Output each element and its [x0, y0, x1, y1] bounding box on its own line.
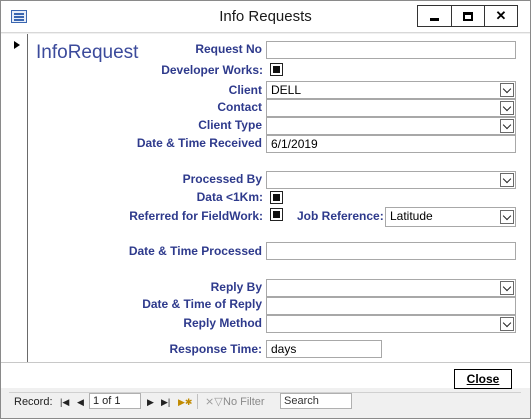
reply-by-dropdown-icon[interactable] — [500, 281, 514, 295]
date-received-field[interactable]: 6/1/2019 — [266, 135, 516, 153]
close-icon: ✕ — [495, 8, 507, 23]
job-reference-combo[interactable]: Latitude — [385, 207, 516, 227]
data-1km-checkbox[interactable] — [270, 191, 283, 204]
contact-dropdown-icon[interactable] — [500, 101, 514, 115]
request-no-label: Request No — [195, 42, 262, 56]
nav-divider — [197, 394, 198, 409]
last-record-icon[interactable]: ▶| — [161, 395, 170, 409]
filter-icon[interactable]: ⨯▽ — [205, 395, 223, 409]
request-no-field[interactable] — [266, 41, 516, 59]
close-window-button[interactable]: ✕ — [484, 6, 517, 26]
window-controls: ✕ — [417, 5, 518, 27]
reply-by-label: Reply By — [210, 280, 262, 294]
client-value: DELL — [271, 83, 302, 97]
date-received-label: Date & Time Received — [136, 136, 262, 150]
response-time-field[interactable]: days — [266, 340, 382, 358]
contact-combo[interactable] — [266, 99, 516, 117]
close-button[interactable]: Close — [454, 369, 512, 389]
client-label: Client — [228, 83, 262, 97]
client-dropdown-icon[interactable] — [500, 83, 514, 97]
horizontal-scrollbar[interactable] — [352, 393, 521, 410]
processed-by-dropdown-icon[interactable] — [500, 173, 514, 187]
reply-method-combo[interactable] — [266, 315, 516, 333]
minimize-button[interactable] — [418, 6, 451, 26]
date-processed-label: Date & Time Processed — [128, 244, 262, 258]
form-title: InfoRequest — [36, 42, 139, 63]
referred-fieldwork-checkbox[interactable] — [270, 208, 283, 221]
processed-by-label: Processed By — [182, 172, 262, 186]
next-record-icon[interactable]: ▶ — [147, 395, 154, 409]
title-bar: Info Requests ✕ — [1, 1, 530, 33]
reply-by-combo[interactable] — [266, 279, 516, 297]
current-record-input[interactable]: 1 of 1 — [89, 393, 141, 409]
processed-by-combo[interactable] — [266, 171, 516, 189]
date-processed-field[interactable] — [266, 242, 516, 260]
record-selector[interactable] — [9, 34, 28, 362]
job-reference-value: Latitude — [390, 209, 433, 223]
access-form-window: Info Requests ✕ InfoRequest Request No D… — [0, 0, 531, 419]
current-record-arrow-icon — [14, 41, 20, 49]
client-type-dropdown-icon[interactable] — [500, 119, 514, 133]
maximize-icon — [463, 11, 473, 21]
record-navigation-bar: Record: |◀ ◀ 1 of 1 ▶ ▶| ▶✱ ⨯▽ No Filter… — [9, 392, 521, 410]
new-record-icon[interactable]: ▶✱ — [178, 395, 192, 409]
date-reply-label: Date & Time of Reply — [142, 297, 262, 311]
developer-works-label: Developer Works: — [161, 63, 263, 77]
client-type-combo[interactable] — [266, 117, 516, 135]
job-reference-dropdown-icon[interactable] — [500, 210, 514, 224]
client-type-label: Client Type — [198, 118, 262, 132]
first-record-icon[interactable]: |◀ — [60, 395, 69, 409]
form-body: InfoRequest Request No Developer Works: … — [29, 34, 530, 362]
referred-fieldwork-label: Referred for FieldWork: — [129, 209, 263, 223]
minimize-icon — [430, 17, 439, 21]
reply-method-label: Reply Method — [183, 316, 262, 330]
form-footer — [1, 362, 530, 388]
data-1km-label: Data <1Km: — [196, 190, 263, 204]
form-area: InfoRequest Request No Developer Works: … — [1, 34, 530, 362]
search-input[interactable]: Search — [280, 393, 352, 409]
reply-method-dropdown-icon[interactable] — [500, 317, 514, 331]
date-reply-field[interactable] — [266, 297, 516, 315]
maximize-button[interactable] — [451, 6, 484, 26]
contact-label: Contact — [217, 100, 262, 114]
no-filter-label[interactable]: No Filter — [223, 395, 265, 409]
developer-works-checkbox[interactable] — [270, 63, 283, 76]
client-combo[interactable]: DELL — [266, 81, 516, 99]
previous-record-icon[interactable]: ◀ — [77, 395, 84, 409]
response-time-label: Response Time: — [169, 342, 262, 356]
record-label: Record: — [14, 396, 53, 408]
job-reference-label: Job Reference: — [297, 209, 384, 223]
